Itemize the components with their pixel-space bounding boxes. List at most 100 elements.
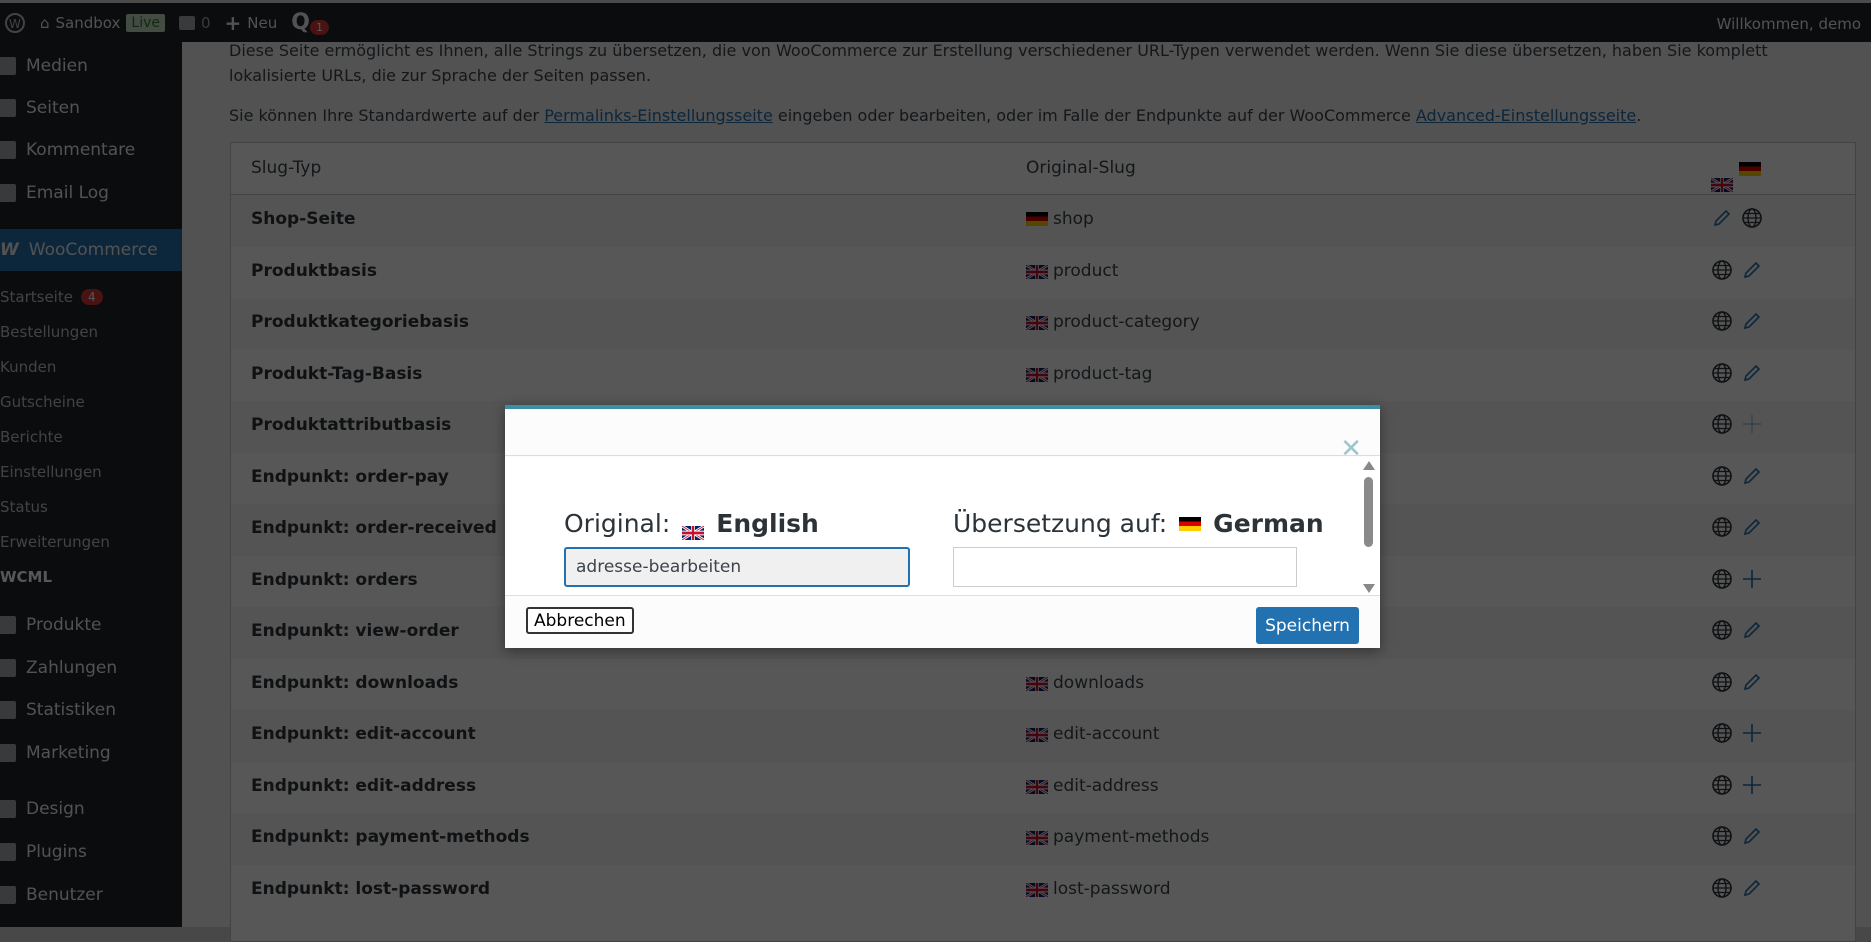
menu-pages[interactable]: Seiten (0, 90, 182, 126)
slug-type: Endpunkt: order-pay (251, 466, 449, 487)
edit-translation-icon[interactable] (1741, 619, 1763, 641)
table-row: Shop-Seite shop (231, 195, 1855, 247)
submenu-status[interactable]: Status (0, 492, 48, 522)
row-actions (1711, 259, 1763, 281)
translation-status-globe-icon[interactable] (1711, 825, 1733, 847)
submenu-wcml[interactable]: WCML (0, 562, 52, 592)
submenu-erweiterungen[interactable]: Erweiterungen (0, 527, 110, 557)
edit-translation-icon[interactable] (1741, 671, 1763, 693)
submenu-gutscheine[interactable]: Gutscheine (0, 387, 85, 417)
submenu-kunden[interactable]: Kunden (0, 352, 56, 382)
menu-statistics[interactable]: Statistiken (0, 692, 182, 728)
menu-label: Design (26, 799, 85, 819)
original-slug: edit-address (1025, 776, 1159, 796)
edit-translation-icon[interactable] (1741, 825, 1763, 847)
edit-translation-icon[interactable] (1741, 259, 1763, 281)
header-original-slug: Original-Slug (1026, 158, 1136, 178)
translation-status-globe-icon[interactable] (1711, 568, 1733, 590)
advanced-settings-link[interactable]: Advanced-Einstellungsseite (1416, 106, 1636, 125)
menu-comments[interactable]: Kommentare (0, 132, 182, 168)
permalinks-settings-link[interactable]: Permalinks-Einstellungsseite (544, 106, 773, 125)
row-actions (1711, 413, 1763, 435)
translation-status-globe-icon[interactable] (1711, 722, 1733, 744)
edit-translation-icon[interactable] (1741, 877, 1763, 899)
submenu-startseite[interactable]: Startseite 4 (0, 282, 103, 312)
menu-woocommerce[interactable]: W WooCommerce (0, 229, 182, 271)
add-translation-icon[interactable] (1741, 413, 1763, 435)
menu-label: Email Log (26, 183, 109, 203)
comments-link[interactable]: 0 (178, 14, 211, 32)
translated-slug-input[interactable] (953, 547, 1297, 587)
cancel-button[interactable]: Abbrechen (526, 607, 634, 634)
edit-translation-icon[interactable] (1711, 207, 1733, 229)
dialog-header: ✕ (505, 409, 1380, 462)
table-row: Endpunkt: lost-password lost-password (231, 865, 1855, 917)
save-button[interactable]: Speichern (1256, 607, 1359, 644)
uk-flag-icon (1025, 675, 1049, 692)
row-actions (1711, 568, 1763, 590)
translation-status-globe-icon[interactable] (1711, 259, 1733, 281)
menu-media[interactable]: Medien (0, 48, 182, 84)
edit-translation-icon[interactable] (1741, 362, 1763, 384)
submenu-label: Startseite (0, 288, 73, 306)
slug-type: Produktattributbasis (251, 415, 452, 435)
site-name-link[interactable]: ⌂ Sandbox Live (40, 13, 165, 32)
new-content-link[interactable]: + Neu (225, 11, 278, 35)
original-language: English (716, 509, 819, 538)
edit-translation-icon[interactable] (1741, 465, 1763, 487)
row-actions (1711, 671, 1763, 693)
dialog-scrollbar[interactable] (1362, 461, 1376, 593)
translation-status-globe-icon[interactable] (1711, 877, 1733, 899)
translation-status-globe-icon[interactable] (1711, 619, 1733, 641)
add-translation-icon[interactable] (1741, 774, 1763, 796)
menu-plugins[interactable]: Plugins (0, 834, 182, 870)
translation-status-globe-icon[interactable] (1711, 362, 1733, 384)
wordpress-logo-icon[interactable]: W (4, 12, 26, 34)
woocommerce-icon: W (0, 240, 19, 260)
submenu-bestellungen[interactable]: Bestellungen (0, 317, 98, 347)
translation-status-globe-icon[interactable] (1711, 310, 1733, 332)
original-slug: payment-methods (1025, 827, 1209, 847)
plus-icon: + (224, 10, 242, 35)
translate-slug-dialog: ✕ Original: English Übersetzung auf: Germa… (505, 405, 1380, 648)
menu-products[interactable]: Produkte (0, 607, 182, 643)
slug-value: downloads (1053, 672, 1145, 693)
original-slug-input[interactable] (564, 547, 910, 587)
menu-payments[interactable]: Zahlungen (0, 650, 182, 686)
comment-icon (178, 15, 195, 30)
menu-design[interactable]: Design (0, 791, 182, 827)
edit-translation-icon[interactable] (1741, 310, 1763, 332)
menu-email-log[interactable]: Email Log (0, 175, 182, 211)
notifications-link[interactable]: Q1 (291, 10, 329, 35)
users-icon (0, 886, 16, 904)
table-row: Endpunkt: downloads downloads (231, 659, 1855, 711)
translation-status-globe-icon[interactable] (1741, 207, 1763, 229)
edit-translation-icon[interactable] (1741, 516, 1763, 538)
scroll-up-arrow-icon[interactable] (1363, 461, 1375, 470)
add-translation-icon[interactable] (1741, 568, 1763, 590)
scroll-thumb[interactable] (1364, 477, 1373, 547)
translation-status-globe-icon[interactable] (1711, 516, 1733, 538)
scroll-down-arrow-icon[interactable] (1363, 584, 1375, 593)
translation-status-globe-icon[interactable] (1711, 465, 1733, 487)
table-row: Endpunkt: payment-methods payment-methods (231, 813, 1855, 865)
menu-users[interactable]: Benutzer (0, 877, 182, 913)
row-actions (1711, 516, 1763, 538)
welcome-user-link[interactable]: Willkommen, demo (1717, 15, 1861, 33)
menu-label: Kommentare (26, 140, 136, 160)
submenu-berichte[interactable]: Berichte (0, 422, 63, 452)
translation-status-globe-icon[interactable] (1711, 413, 1733, 435)
translation-status-globe-icon[interactable] (1711, 671, 1733, 693)
close-icon[interactable]: ✕ (1340, 436, 1362, 462)
defaults-text: Sie können Ihre Standardwerte auf der Pe… (229, 103, 1859, 128)
menu-marketing[interactable]: Marketing (0, 735, 182, 771)
slug-type: Endpunkt: order-received (251, 518, 497, 538)
row-actions (1711, 825, 1763, 847)
german-flag-icon (1179, 516, 1202, 531)
add-translation-icon[interactable] (1741, 722, 1763, 744)
translation-status-globe-icon[interactable] (1711, 774, 1733, 796)
submenu-einstellungen[interactable]: Einstellungen (0, 457, 102, 487)
slug-type: Produktbasis (251, 260, 377, 281)
original-slug: edit-account (1025, 724, 1160, 744)
media-icon (0, 57, 16, 75)
